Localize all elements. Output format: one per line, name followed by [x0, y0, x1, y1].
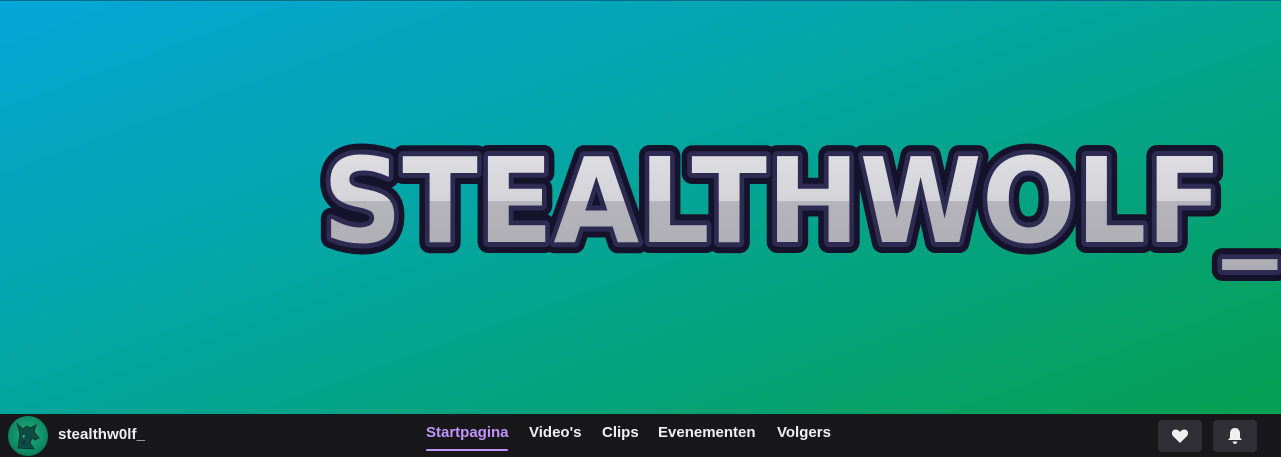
channel-avatar[interactable]: [8, 416, 48, 456]
tab-startpagina[interactable]: Startpagina: [426, 424, 509, 441]
tab-clips[interactable]: Clips: [602, 424, 639, 441]
notifications-button[interactable]: [1213, 420, 1257, 452]
channel-bar: stealthw0lf_ Startpagina Video's Clips E…: [0, 414, 1281, 457]
tab-evenementen[interactable]: Evenementen: [658, 424, 756, 441]
banner-logo: STEALTHWOLF_ STEALTHWOLF_ STEALTHWOLF_: [312, 121, 1281, 281]
channel-page: STEALTHWOLF_ STEALTHWOLF_ STEALTHWOLF_ s…: [0, 0, 1281, 457]
channel-name[interactable]: stealthw0lf_: [58, 426, 145, 443]
wolf-icon: [16, 422, 40, 450]
active-tab-indicator: [426, 449, 508, 451]
tab-volgers[interactable]: Volgers: [777, 424, 831, 441]
heart-icon: [1171, 429, 1189, 443]
follow-button[interactable]: [1158, 420, 1202, 452]
banner-logo-text: STEALTHWOLF_: [323, 132, 1278, 270]
bell-icon: [1228, 428, 1242, 444]
channel-banner: STEALTHWOLF_ STEALTHWOLF_ STEALTHWOLF_: [0, 0, 1281, 414]
tab-videos[interactable]: Video's: [529, 424, 581, 441]
